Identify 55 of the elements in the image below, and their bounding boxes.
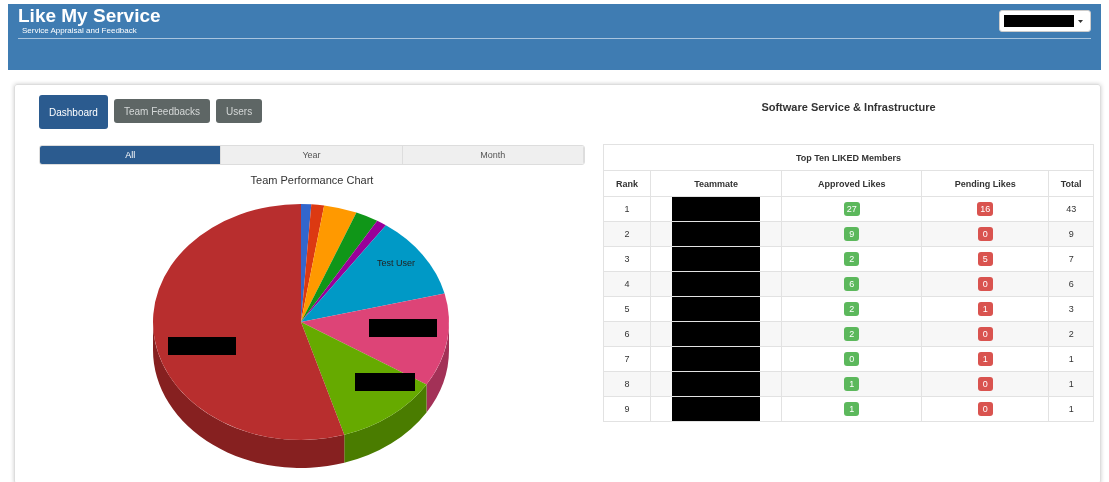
- slice-label: Test User: [377, 258, 415, 268]
- table-cell: 1: [1048, 371, 1094, 397]
- likes-badge: 1: [844, 402, 860, 416]
- likes-badge: 16: [977, 202, 994, 216]
- likes-badge: 0: [844, 352, 860, 366]
- likes-badge: 0: [977, 377, 993, 391]
- column-header: Total: [1048, 170, 1094, 197]
- table-cell: 5: [603, 296, 651, 322]
- table-cell: 2: [603, 221, 651, 247]
- table-cell: 1: [1048, 346, 1094, 372]
- period-tab[interactable]: All: [40, 146, 222, 164]
- user-dropdown[interactable]: [999, 10, 1091, 32]
- table-cell: 9: [1048, 221, 1094, 247]
- chart-title: Team Performance Chart: [249, 174, 375, 186]
- likes-badge: 0: [977, 227, 993, 241]
- likes-badge: 2: [844, 302, 860, 316]
- table-cell: 4: [603, 271, 651, 297]
- table-cell: 8: [603, 371, 651, 397]
- app-subtitle: Service Appraisal and Feedback: [22, 26, 138, 36]
- column-header: Teammate: [650, 170, 782, 197]
- likes-badge: 9: [844, 227, 860, 241]
- caret-icon: [1078, 19, 1083, 23]
- likes-badge: 0: [977, 327, 993, 341]
- column-header: Rank: [603, 170, 651, 197]
- nav-tab[interactable]: Dashboard: [39, 95, 108, 129]
- table-cell: 3: [1048, 296, 1094, 322]
- table-cell: 2: [1048, 321, 1094, 347]
- column-header: Pending Likes: [921, 170, 1049, 197]
- likes-badge: 1: [977, 302, 993, 316]
- table-cell: 3: [603, 246, 651, 272]
- likes-badge: 5: [977, 252, 993, 266]
- nav-tab[interactable]: Team Feedbacks: [113, 99, 211, 123]
- table-cell: 43: [1048, 196, 1094, 222]
- table-cell: 6: [1048, 271, 1094, 297]
- table-cell: 6: [603, 321, 651, 347]
- period-tab[interactable]: Month: [402, 146, 584, 164]
- likes-badge: 0: [977, 402, 993, 416]
- table-cell: 1: [1048, 396, 1094, 422]
- likes-badge: 2: [844, 327, 860, 341]
- column-header: Approved Likes: [781, 170, 922, 197]
- nav-tab[interactable]: Users: [216, 99, 263, 123]
- likes-badge: 6: [844, 277, 860, 291]
- likes-badge: 0: [977, 277, 993, 291]
- likes-badge: 27: [843, 202, 860, 216]
- table-cell: 9: [603, 396, 651, 422]
- period-tab[interactable]: Year: [221, 146, 403, 164]
- table-cell: 7: [1048, 246, 1094, 272]
- table-title: Top Ten LIKED Members: [603, 144, 1094, 171]
- page-title: Software Service & Infrastructure: [760, 101, 937, 113]
- likes-badge: 1: [844, 377, 860, 391]
- likes-badge: 2: [844, 252, 860, 266]
- likes-badge: 1: [977, 352, 993, 366]
- app-title: Like My Service: [18, 6, 161, 26]
- table-cell: 7: [603, 346, 651, 372]
- table-cell: 1: [603, 196, 651, 222]
